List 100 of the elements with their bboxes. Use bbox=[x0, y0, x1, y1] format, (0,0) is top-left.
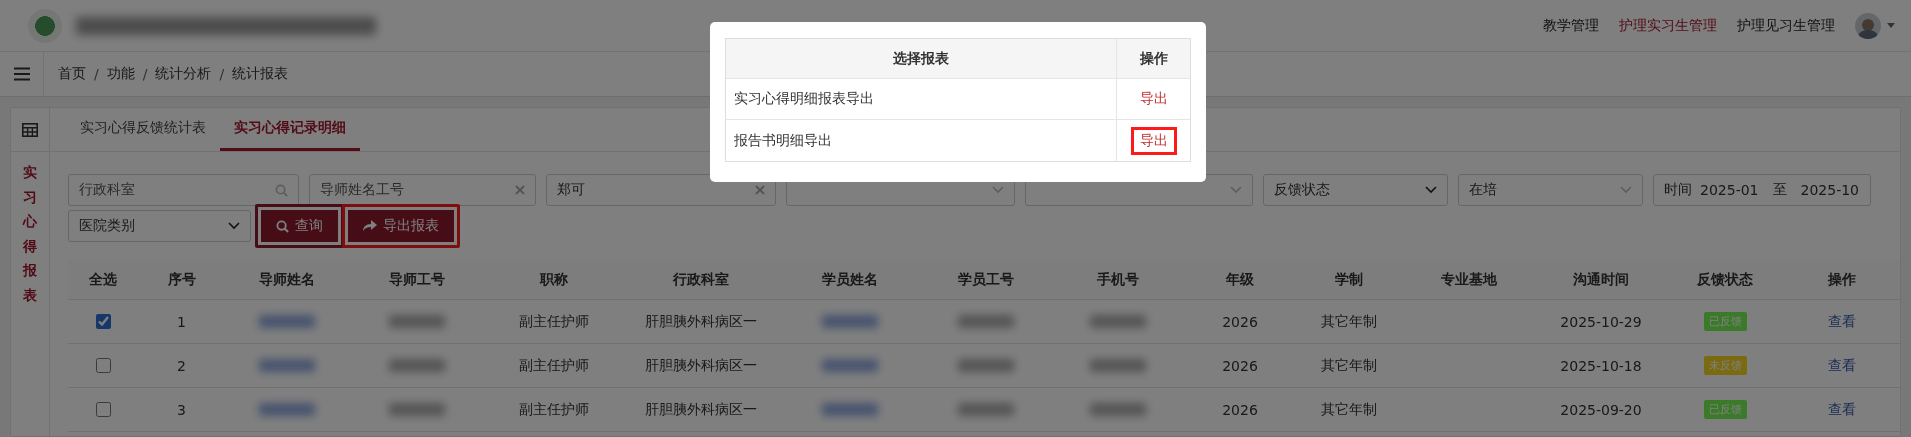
blurred-text bbox=[958, 359, 1014, 372]
share-arrow-icon bbox=[363, 220, 377, 232]
chevron-down-icon bbox=[1620, 186, 1632, 194]
breadcrumb-item[interactable]: 统计分析 bbox=[155, 65, 212, 83]
column-header: 沟通时间 bbox=[1573, 270, 1629, 289]
blurred-name bbox=[822, 403, 878, 416]
nav-link[interactable]: 教学管理 bbox=[1543, 16, 1599, 35]
row-checkbox[interactable] bbox=[95, 358, 111, 373]
range-separator: 至 bbox=[1772, 181, 1787, 199]
view-link[interactable]: 查看 bbox=[1827, 400, 1856, 419]
clear-icon[interactable] bbox=[515, 185, 525, 195]
table-cell: 实习心得明细报表导出 bbox=[734, 90, 874, 108]
chevron-down-icon bbox=[228, 222, 240, 230]
table-cell: 肝胆胰外科病区一 bbox=[645, 312, 757, 331]
blurred-text bbox=[1089, 403, 1146, 416]
blurred-text bbox=[1089, 359, 1146, 372]
grid-icon bbox=[22, 122, 38, 137]
column-header: 行政科室 bbox=[673, 270, 729, 289]
nav-link[interactable]: 护理见习生管理 bbox=[1737, 16, 1835, 35]
date-range-field[interactable]: 时间 2025-01 至 2025-10 bbox=[1653, 174, 1871, 206]
column-header: 操作 bbox=[1827, 270, 1856, 289]
column-header: 全选 bbox=[89, 270, 117, 289]
column-header: 手机号 bbox=[1096, 270, 1139, 289]
breadcrumb-separator: / bbox=[142, 66, 148, 82]
blurred-text bbox=[1089, 315, 1146, 328]
nav-link[interactable]: 护理实习生管理 bbox=[1619, 16, 1717, 35]
column-header: 导师工号 bbox=[389, 270, 445, 289]
field-value: 医院类别 bbox=[79, 217, 135, 235]
tab[interactable]: 实习心得反馈统计表 bbox=[66, 108, 220, 151]
export-button[interactable]: 导出报表 bbox=[342, 204, 460, 248]
chevron-down-icon bbox=[1230, 186, 1242, 194]
view-link[interactable]: 查看 bbox=[1827, 356, 1856, 375]
table-cell: 1 bbox=[177, 313, 186, 330]
chevron-down-icon bbox=[1425, 186, 1437, 194]
table-cell: 其它年制 bbox=[1321, 356, 1377, 375]
field-label: 时间 bbox=[1664, 181, 1692, 199]
table-cell: 2026 bbox=[1222, 357, 1258, 374]
export-link[interactable]: 导出 bbox=[1130, 85, 1177, 113]
column-header: 职称 bbox=[540, 270, 568, 289]
view-link[interactable]: 查看 bbox=[1827, 312, 1856, 331]
breadcrumb-item[interactable]: 功能 bbox=[106, 65, 135, 83]
column-header: 选择报表 bbox=[893, 49, 949, 68]
column-header: 学员姓名 bbox=[822, 270, 878, 289]
breadcrumb-item[interactable]: 统计报表 bbox=[232, 65, 289, 83]
field-placeholder: 行政科室 bbox=[79, 181, 135, 199]
select-field[interactable]: 在培 bbox=[1458, 174, 1643, 206]
clear-icon[interactable] bbox=[755, 185, 765, 195]
blurred-name bbox=[822, 315, 878, 328]
export-link[interactable]: 导出 bbox=[1130, 126, 1177, 155]
menu-icon[interactable] bbox=[13, 67, 30, 81]
search-button[interactable]: 查询 bbox=[255, 204, 344, 248]
blurred-text bbox=[958, 403, 1014, 416]
column-header: 学员工号 bbox=[958, 270, 1014, 289]
column-header: 序号 bbox=[167, 270, 196, 289]
sidebar-title: 实习心得报表 bbox=[23, 163, 37, 305]
table-cell: 报告书明细导出 bbox=[734, 131, 832, 150]
search-field[interactable]: 行政科室 bbox=[68, 174, 299, 206]
avatar-icon[interactable] bbox=[1855, 12, 1881, 39]
table-cell: 副主任护师 bbox=[519, 356, 589, 375]
breadcrumb-separator: / bbox=[219, 66, 225, 82]
blurred-text bbox=[389, 359, 445, 372]
table-cell: 副主任护师 bbox=[519, 400, 589, 419]
blurred-name bbox=[259, 315, 315, 328]
select-field[interactable]: 反馈状态 bbox=[1263, 174, 1448, 206]
breadcrumb-item[interactable]: 首页 bbox=[58, 65, 86, 83]
field-value: 反馈状态 bbox=[1274, 181, 1330, 199]
chevron-down-icon bbox=[992, 186, 1004, 194]
blurred-text bbox=[389, 403, 445, 416]
input-field[interactable]: 导师姓名工号 bbox=[309, 174, 536, 206]
input-field[interactable]: 郑可 bbox=[546, 174, 776, 206]
row-checkbox[interactable] bbox=[95, 402, 111, 417]
field-value: 2025-10 bbox=[1800, 182, 1859, 198]
column-header: 操作 bbox=[1139, 49, 1168, 68]
status-badge: 已反馈 bbox=[1703, 312, 1747, 331]
table-cell: 2025-09-20 bbox=[1560, 401, 1642, 418]
table-cell: 2025-10-29 bbox=[1560, 313, 1642, 330]
logo-icon bbox=[28, 8, 62, 43]
table-cell: 3 bbox=[177, 401, 186, 418]
search-icon bbox=[275, 183, 288, 197]
row-checkbox[interactable] bbox=[95, 314, 111, 329]
blurred-text bbox=[389, 315, 445, 328]
field-value: 郑可 bbox=[557, 181, 585, 199]
status-badge: 已反馈 bbox=[1703, 400, 1747, 419]
column-header: 专业基地 bbox=[1440, 270, 1497, 289]
blurred-name bbox=[822, 359, 878, 372]
table-cell: 2026 bbox=[1222, 401, 1258, 418]
select-field[interactable]: 医院类别 bbox=[68, 210, 251, 242]
table-cell: 其它年制 bbox=[1321, 400, 1377, 419]
caret-icon[interactable] bbox=[1887, 23, 1895, 28]
tab[interactable]: 实习心得记录明细 bbox=[220, 108, 360, 151]
column-header: 年级 bbox=[1226, 270, 1254, 289]
breadcrumb-separator: / bbox=[94, 66, 99, 82]
column-header: 导师姓名 bbox=[259, 270, 315, 289]
field-placeholder: 导师姓名工号 bbox=[320, 181, 404, 199]
table-cell: 2 bbox=[177, 357, 186, 374]
table-cell: 2026 bbox=[1222, 313, 1258, 330]
blurred-name bbox=[259, 359, 315, 372]
table-cell: 2025-10-18 bbox=[1560, 357, 1642, 374]
field-value: 在培 bbox=[1469, 181, 1497, 199]
field-value: 2025-01 bbox=[1700, 182, 1759, 198]
